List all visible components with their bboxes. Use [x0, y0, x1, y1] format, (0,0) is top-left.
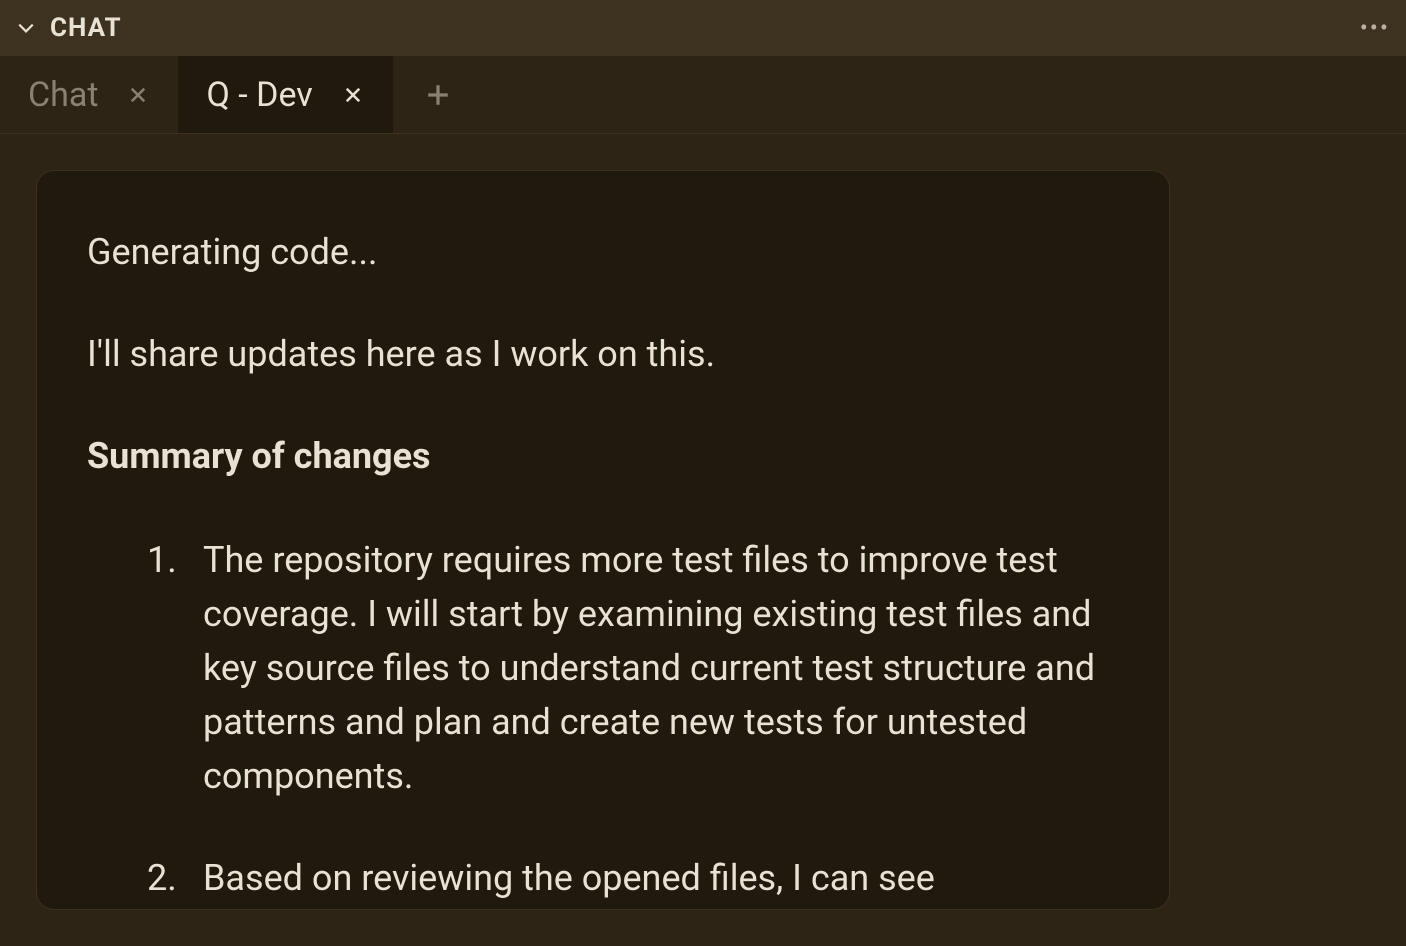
chevron-down-icon[interactable]	[16, 18, 36, 38]
list-item: The repository requires more test files …	[147, 533, 1119, 803]
tab-q-dev[interactable]: Q - Dev	[178, 56, 392, 133]
more-icon[interactable]: •••	[1360, 14, 1390, 42]
add-tab-button[interactable]	[393, 56, 483, 133]
tab-chat[interactable]: Chat	[0, 56, 178, 133]
update-text: I'll share updates here as I work on thi…	[87, 333, 1119, 375]
content-area: Generating code... I'll share updates he…	[0, 134, 1406, 946]
header-right-group: •••	[1360, 14, 1390, 42]
panel-title: CHAT	[50, 13, 122, 43]
list-item: Based on reviewing the opened files, I c…	[147, 851, 1119, 905]
header-left-group: CHAT	[16, 13, 122, 43]
close-icon[interactable]	[341, 83, 365, 107]
panel-header: CHAT •••	[0, 0, 1406, 56]
status-text: Generating code...	[87, 231, 1119, 273]
tab-bar: Chat Q - Dev	[0, 56, 1406, 134]
tab-label: Chat	[28, 75, 98, 115]
summary-heading: Summary of changes	[87, 435, 1119, 477]
summary-list: The repository requires more test files …	[87, 533, 1119, 905]
message-card: Generating code... I'll share updates he…	[36, 170, 1170, 910]
close-icon[interactable]	[126, 83, 150, 107]
tab-label: Q - Dev	[206, 75, 312, 115]
